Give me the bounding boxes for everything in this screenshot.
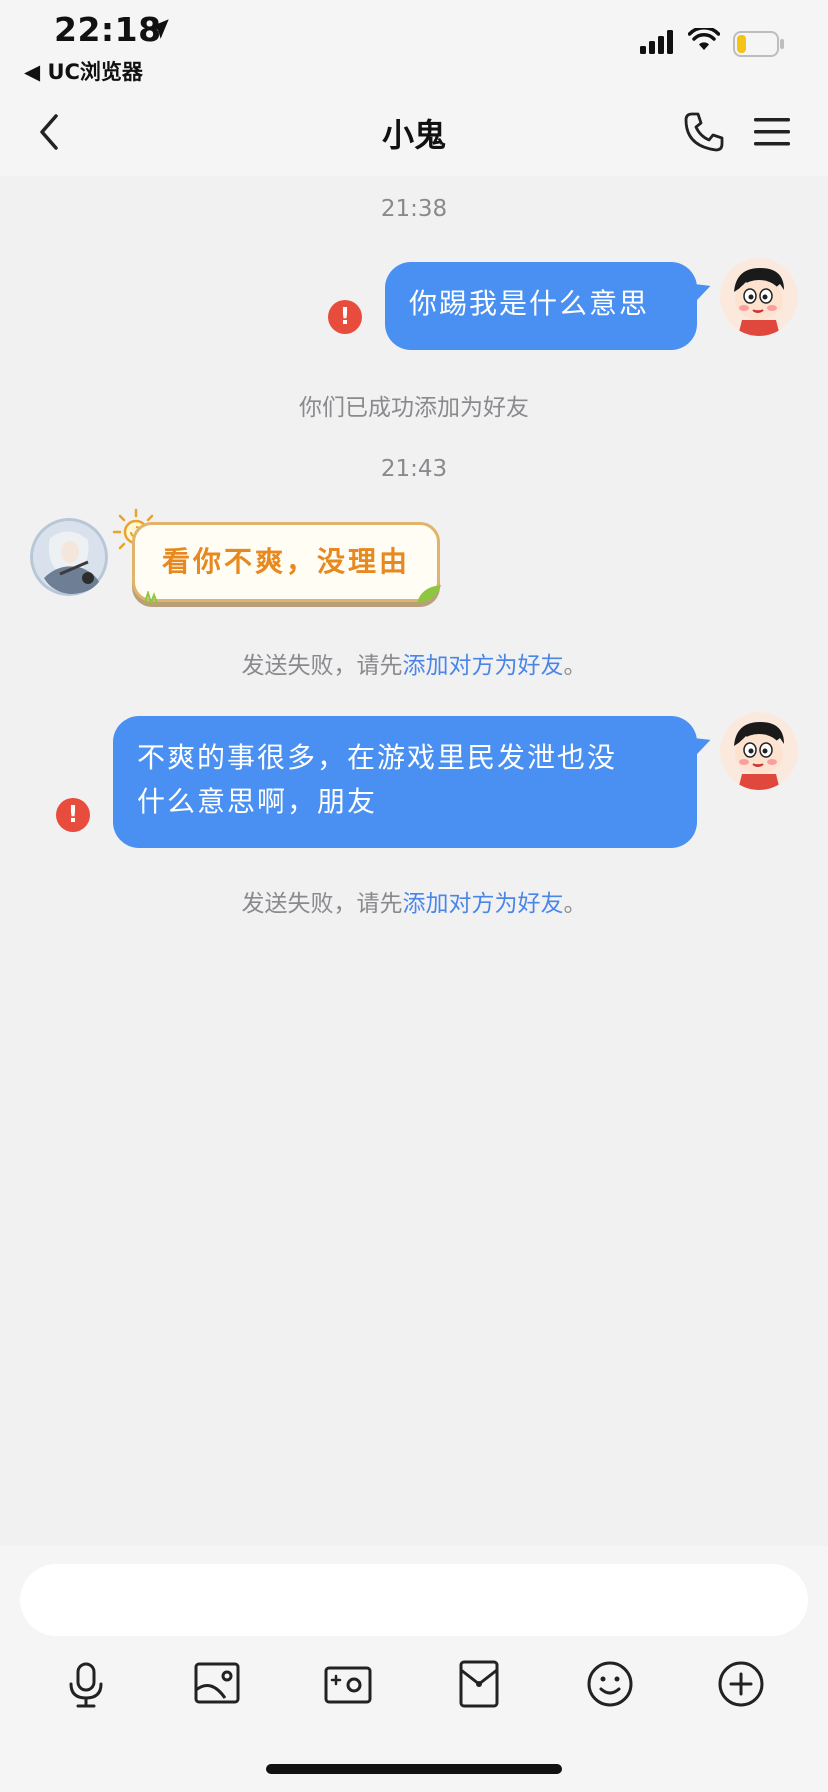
avatar-self[interactable]: [720, 712, 798, 790]
message-bubble-outgoing[interactable]: 不爽的事很多，在游戏里民发泄也没 什么意思啊，朋友: [113, 716, 714, 848]
chat-header: 小鬼: [0, 90, 828, 176]
add-friend-link[interactable]: 添加对方为好友: [403, 653, 564, 679]
leaf-icon: [417, 585, 441, 603]
system-message: 你们已成功添加为好友: [299, 395, 529, 421]
phone-call-icon[interactable]: [682, 110, 726, 154]
send-failed-notice: 发送失败，请先添加对方为好友。: [241, 891, 587, 917]
input-panel: [0, 1546, 828, 1792]
image-icon[interactable]: [187, 1654, 247, 1714]
message-text-line1: 不爽的事很多，在游戏里民发泄也没: [137, 741, 618, 774]
message-input[interactable]: [20, 1564, 808, 1636]
avatar-self[interactable]: [720, 258, 798, 336]
emoji-icon[interactable]: [580, 1654, 640, 1714]
message-list[interactable]: 21:38 ! 你踢我是什么意思 你们已成功添加为好友 21:43 看你不爽，没: [0, 176, 828, 1546]
plus-icon[interactable]: [711, 1654, 771, 1714]
camera-icon[interactable]: [318, 1654, 378, 1714]
signal-icon: [640, 30, 673, 54]
microphone-icon[interactable]: [56, 1654, 116, 1714]
timestamp: 21:38: [380, 196, 448, 222]
status-bar: 22:18 ◀ UC浏览器: [0, 0, 828, 90]
red-packet-icon[interactable]: [449, 1654, 509, 1714]
timestamp: 21:43: [380, 456, 448, 482]
send-failed-icon[interactable]: !: [56, 798, 90, 832]
sticker-message[interactable]: 看你不爽，没理由: [132, 522, 441, 603]
location-arrow-icon: [149, 19, 169, 39]
grass-icon: [144, 591, 158, 603]
sticker-text: 看你不爽，没理由: [161, 545, 410, 578]
menu-icon[interactable]: [752, 112, 792, 152]
back-to-app-link[interactable]: ◀ UC浏览器: [24, 56, 143, 86]
add-friend-link[interactable]: 添加对方为好友: [403, 891, 564, 917]
avatar-contact[interactable]: [30, 518, 108, 596]
wifi-icon: [688, 28, 720, 50]
home-indicator: [266, 1764, 562, 1774]
battery-icon: [733, 31, 784, 57]
message-text: 你踢我是什么意思: [409, 287, 650, 320]
send-failed-icon[interactable]: !: [328, 300, 362, 334]
message-bubble-outgoing[interactable]: 你踢我是什么意思: [385, 262, 714, 350]
message-text-line2: 什么意思啊，朋友: [137, 785, 378, 818]
send-failed-notice: 发送失败，请先添加对方为好友。: [241, 653, 587, 679]
